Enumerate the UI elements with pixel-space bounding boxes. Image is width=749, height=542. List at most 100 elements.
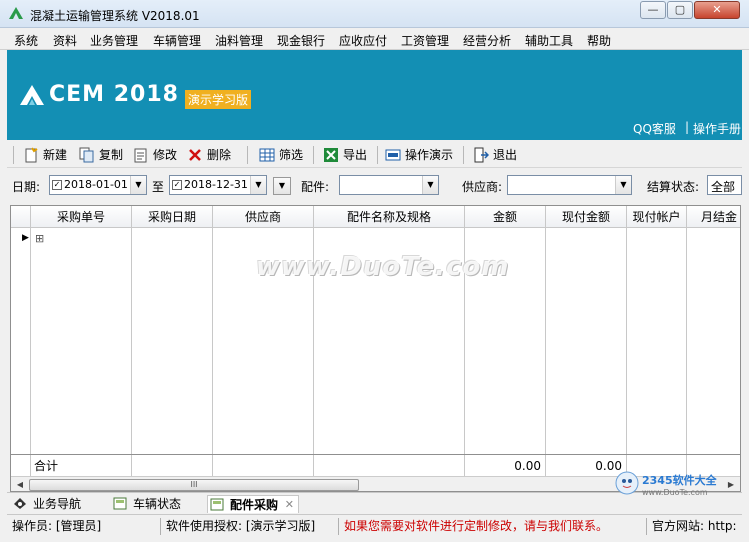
menu-data[interactable]: 资料	[53, 32, 77, 49]
header-cash-account[interactable]: 现付帐户	[627, 206, 687, 228]
navigation-icon	[14, 498, 26, 509]
total-indicator-cell	[11, 455, 31, 477]
header-purchase-date[interactable]: 采购日期	[132, 206, 213, 228]
demo-screen-icon	[385, 149, 401, 161]
header-cash-paid-amount[interactable]: 现付金额	[546, 206, 627, 228]
app-logo-icon	[9, 7, 23, 19]
form-icon	[113, 497, 127, 510]
to-label: 至	[152, 180, 165, 194]
status-website[interactable]: 官方网站: http:	[649, 518, 742, 535]
demo-button[interactable]: 操作演示	[385, 146, 453, 164]
maximize-button[interactable]: ▢	[667, 1, 693, 19]
tab-business-nav[interactable]: 业务导航	[11, 495, 81, 513]
export-label: 导出	[343, 148, 368, 162]
mascot-icon	[615, 471, 639, 495]
date-to-checkbox[interactable]: ✓	[172, 180, 182, 190]
chevron-down-icon[interactable]: ▼	[130, 176, 146, 194]
menu-help[interactable]: 帮助	[587, 32, 611, 49]
header-part-name-spec[interactable]: 配件名称及规格	[314, 206, 465, 228]
date-range-dropdown[interactable]: ▼	[273, 177, 291, 195]
new-doc-icon	[25, 147, 38, 163]
new-button[interactable]: 新建	[23, 146, 67, 164]
filter-button[interactable]: 筛选	[259, 146, 303, 164]
menu-fuel[interactable]: 油料管理	[215, 32, 263, 49]
scrollbar-thumb[interactable]: III	[29, 479, 359, 491]
chevron-down-icon[interactable]: ▼	[615, 176, 631, 194]
settlement-status-value: 全部	[711, 180, 736, 194]
close-tab-icon[interactable]: ✕	[285, 496, 294, 514]
menu-bar: 系统 资料 业务管理 车辆管理 油料管理 现金银行 应收应付 工资管理 经营分析…	[0, 28, 749, 50]
total-label: 合计	[31, 455, 132, 477]
current-row-arrow-icon: ▶	[22, 233, 29, 243]
menu-analysis[interactable]: 经营分析	[463, 32, 511, 49]
tab-label: 车辆状态	[133, 497, 182, 511]
grid-column-line	[546, 228, 627, 454]
header-supplier[interactable]: 供应商	[213, 206, 314, 228]
close-button[interactable]: ✕	[694, 1, 740, 19]
supplier-label: 供应商:	[462, 180, 503, 194]
total-cell	[132, 455, 213, 477]
status-bar: 操作员: [管理员] 软件使用授权: [演示学习版] 如果您需要对软件进行定制修…	[7, 514, 742, 536]
date-from-checkbox[interactable]: ✓	[52, 180, 62, 190]
menu-tools[interactable]: 辅助工具	[525, 32, 573, 49]
menu-salary[interactable]: 工资管理	[401, 32, 449, 49]
toolbar-separator	[313, 146, 314, 164]
delete-icon	[189, 149, 201, 161]
tab-parts-purchase[interactable]: 配件采购 ✕	[207, 495, 300, 514]
edit-button[interactable]: 修改	[133, 146, 177, 164]
total-amount: 0.00	[465, 455, 546, 477]
menu-vehicle[interactable]: 车辆管理	[153, 32, 201, 49]
product-logo-text: CEM 2018	[49, 82, 179, 107]
date-label: 日期:	[12, 180, 41, 194]
form-icon	[210, 498, 224, 511]
filter-label: 筛选	[279, 148, 304, 162]
header-monthly-amount[interactable]: 月结金	[687, 206, 740, 228]
menu-system[interactable]: 系统	[14, 32, 38, 49]
row-indicator-column: ▶	[11, 228, 31, 454]
delete-button[interactable]: 删除	[187, 146, 231, 164]
header-purchase-no[interactable]: 采购单号	[31, 206, 132, 228]
copy-label: 复制	[99, 148, 124, 162]
supplier-select[interactable]: ▼	[507, 175, 632, 195]
scroll-left-icon[interactable]: ◀	[13, 479, 27, 491]
part-label: 配件:	[301, 180, 330, 194]
corner-logo-text: 2345软件大全	[642, 474, 717, 487]
grid-column-line	[627, 228, 687, 454]
edit-icon	[134, 148, 147, 163]
copy-button[interactable]: 复制	[79, 146, 123, 164]
chevron-down-icon[interactable]: ▼	[422, 176, 438, 194]
corner-watermark-logo: 2345软件大全 www.DuoTe.com	[610, 468, 742, 512]
tab-label: 业务导航	[33, 497, 82, 511]
new-label: 新建	[43, 148, 68, 162]
total-cell	[213, 455, 314, 477]
tab-vehicle-status[interactable]: 车辆状态	[111, 495, 181, 513]
date-from-picker[interactable]: ✓ 2018-01-01 ▼	[49, 175, 147, 195]
export-button[interactable]: 导出	[323, 146, 367, 164]
part-select[interactable]: ▼	[339, 175, 439, 195]
date-to-picker[interactable]: ✓ 2018-12-31 ▼	[169, 175, 267, 195]
chevron-down-icon[interactable]: ▼	[250, 176, 266, 194]
tab-label: 配件采购	[230, 498, 279, 512]
filter-grid-icon	[259, 148, 275, 162]
menu-business[interactable]: 业务管理	[90, 32, 138, 49]
exit-button[interactable]: 退出	[473, 146, 517, 164]
toolbar-separator	[463, 146, 464, 164]
exit-door-icon	[474, 147, 489, 163]
banner: CEM 2018 演示学习版 QQ客服 | 操作手册	[7, 50, 742, 140]
purchase-grid[interactable]: 采购单号 采购日期 供应商 配件名称及规格 金额 现付金额 现付帐户 月结金 ▶…	[10, 205, 741, 492]
edit-label: 修改	[153, 148, 178, 162]
header-amount[interactable]: 金额	[465, 206, 546, 228]
grid-column-line	[132, 228, 213, 454]
minimize-button[interactable]: —	[640, 1, 666, 19]
manual-link[interactable]: 操作手册	[693, 120, 741, 137]
qq-service-link[interactable]: QQ客服	[633, 120, 676, 137]
status-operator: 操作员: [管理员]	[9, 518, 161, 535]
copy-icon	[79, 147, 94, 163]
grid-corner-header	[11, 206, 31, 228]
menu-receivable-payable[interactable]: 应收应付	[339, 32, 387, 49]
status-license: 软件使用授权: [演示学习版]	[163, 518, 339, 535]
status-notice: 如果您需要对软件进行定制修改，请与我们联系。	[341, 518, 647, 535]
settlement-status-select[interactable]: 全部	[707, 175, 742, 195]
menu-cash-bank[interactable]: 现金银行	[277, 32, 325, 49]
cem-logo-icon	[20, 85, 44, 105]
